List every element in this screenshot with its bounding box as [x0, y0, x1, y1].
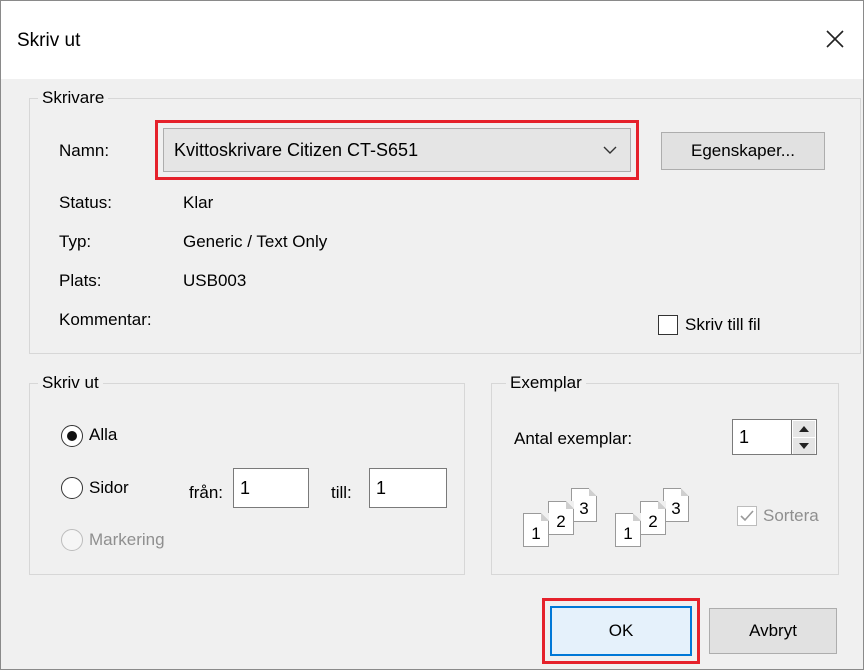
- collate-page-1: 1: [523, 513, 549, 547]
- copies-spinner: [791, 419, 817, 455]
- close-icon[interactable]: [819, 23, 851, 55]
- page-number: 3: [671, 499, 681, 518]
- collate-page-1: 1: [615, 513, 641, 547]
- comment-label: Kommentar:: [59, 310, 152, 329]
- properties-button[interactable]: Egenskaper...: [661, 132, 825, 170]
- collate-page-2: 2: [548, 501, 574, 535]
- status-label: Status:: [59, 193, 112, 212]
- status-value: Klar: [183, 193, 214, 212]
- spin-down-icon[interactable]: [793, 438, 815, 454]
- print-dialog: Skriv ut Skrivare Namn: Kvittoskrivare C…: [0, 0, 864, 670]
- to-label: till:: [331, 483, 352, 502]
- dialog-title: Skriv ut: [17, 30, 81, 51]
- chevron-down-icon: [590, 146, 630, 154]
- page-number: 1: [623, 524, 633, 543]
- radio-selection-label[interactable]: Markering: [89, 530, 165, 550]
- from-label: från:: [189, 483, 224, 502]
- collate-label[interactable]: Sortera: [763, 506, 819, 526]
- page-number: 2: [648, 512, 658, 531]
- print-range-group-label: Skriv ut: [38, 373, 103, 393]
- type-label: Typ:: [59, 232, 92, 251]
- radio-all-dot: [67, 431, 77, 441]
- print-to-file-checkbox[interactable]: [658, 315, 678, 335]
- type-value: Generic / Text Only: [183, 232, 328, 251]
- page-number: 2: [556, 512, 566, 531]
- print-to-file-label[interactable]: Skriv till fil: [685, 315, 761, 335]
- from-input[interactable]: 1: [233, 468, 309, 508]
- checkmark-icon: [740, 510, 754, 522]
- radio-all-label[interactable]: Alla: [89, 425, 117, 445]
- printer-select[interactable]: Kvittoskrivare Citizen CT-S651: [163, 128, 631, 172]
- title-bar: Skriv ut: [1, 1, 863, 79]
- printer-name-label: Namn:: [59, 141, 110, 160]
- spin-up-icon[interactable]: [793, 421, 815, 437]
- page-number: 1: [531, 524, 541, 543]
- collate-page-2: 2: [640, 501, 666, 535]
- printer-group-label: Skrivare: [38, 88, 109, 108]
- printer-select-value: Kvittoskrivare Citizen CT-S651: [174, 139, 419, 160]
- copies-count-input[interactable]: 1: [732, 419, 792, 455]
- collate-page-3: 3: [571, 488, 597, 522]
- to-input[interactable]: 1: [369, 468, 447, 508]
- copies-count-label: Antal exemplar:: [514, 429, 633, 448]
- page-number: 3: [579, 499, 589, 518]
- cancel-button[interactable]: Avbryt: [709, 608, 837, 654]
- radio-pages-label[interactable]: Sidor: [89, 478, 129, 498]
- ok-button[interactable]: OK: [550, 606, 692, 656]
- collate-page-3: 3: [663, 488, 689, 522]
- copies-group-label: Exemplar: [506, 373, 586, 393]
- radio-all[interactable]: [61, 425, 83, 447]
- location-label: Plats:: [59, 271, 102, 290]
- radio-selection[interactable]: [61, 529, 83, 551]
- collate-checkbox[interactable]: [737, 506, 757, 526]
- location-value: USB003: [183, 271, 247, 290]
- radio-pages[interactable]: [61, 477, 83, 499]
